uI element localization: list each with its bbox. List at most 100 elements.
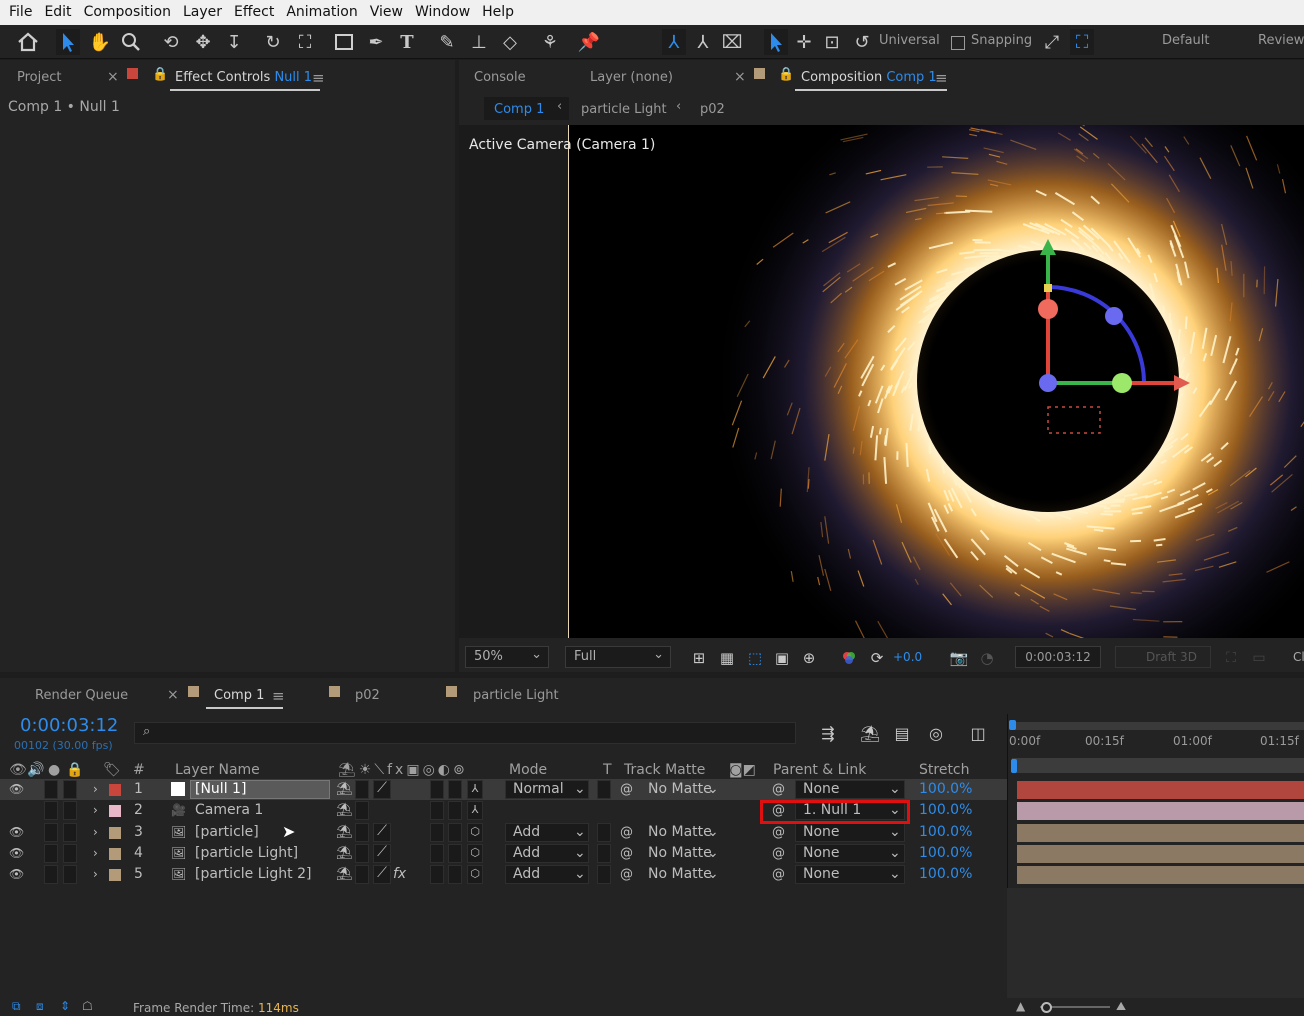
modes-toggle-icon[interactable]: ⧈ (36, 999, 44, 1014)
menu-layer[interactable]: Layer (177, 0, 228, 25)
collapse-switch[interactable] (355, 865, 369, 884)
zoom-tool-icon[interactable] (119, 29, 143, 55)
mask-visibility-icon[interactable]: ⬚ (743, 645, 767, 671)
3d-move-icon[interactable]: ✛ (792, 29, 816, 55)
parent-pickwhip-icon[interactable]: @ (772, 843, 785, 864)
close-icon[interactable]: × (107, 69, 119, 85)
parent-pickwhip-icon[interactable]: @ (772, 864, 785, 885)
3d-layer-switch-icon[interactable]: ⬡ (467, 823, 483, 842)
extended-viewer-icon[interactable]: ▭ (1247, 645, 1271, 671)
tab-effect-controls[interactable]: Effect Controls Null 1 (175, 70, 312, 85)
composition-viewer[interactable] (568, 125, 1304, 638)
parent-pickwhip-icon[interactable]: @ (772, 779, 785, 800)
grid-guides-icon[interactable]: ⊕ (797, 645, 821, 671)
quality-switch-icon[interactable]: ⟋ (373, 865, 391, 884)
shy-switch-icon[interactable]: ⛱ (336, 822, 353, 843)
frame-blend-switch[interactable] (430, 801, 444, 820)
eye-icon[interactable]: 👁 (9, 779, 24, 800)
matte-pickwhip-icon[interactable]: @ (620, 822, 633, 843)
view-axis-icon[interactable]: ⌧ (720, 29, 744, 55)
frame-blending-icon[interactable]: ▤ (890, 720, 914, 746)
snapshot-icon[interactable]: 📷 (947, 645, 971, 671)
3d-ground-plane-icon[interactable]: ⛶ (1219, 645, 1243, 671)
track-matte-value[interactable]: No Matte (648, 864, 712, 885)
collapse-switch[interactable] (355, 844, 369, 863)
layer-search-input[interactable]: ⌕ (134, 722, 796, 744)
timeline-timecode[interactable]: 0:00:03:12 (20, 715, 118, 736)
quality-switch-icon[interactable]: ⟋ (373, 823, 391, 842)
cut-label[interactable]: Cl (1293, 650, 1304, 664)
3d-select-icon[interactable] (764, 29, 788, 55)
pen-tool-icon[interactable]: ✒ (364, 29, 388, 55)
current-time-display[interactable]: 0:00:03:12 (1015, 646, 1101, 668)
flow-p02[interactable]: p02 (700, 102, 725, 117)
motion-blur-switch[interactable] (448, 801, 462, 820)
graph-editor-icon[interactable]: ◫ (966, 720, 990, 746)
motion-blur-switch[interactable] (448, 844, 462, 863)
tab-render-queue[interactable]: Render Queue (35, 688, 128, 703)
frame-blend-switch[interactable] (430, 844, 444, 863)
expand-chevron-icon[interactable]: › (93, 822, 98, 843)
eye-icon[interactable]: 👁 (9, 864, 24, 885)
tab-particle-light[interactable]: particle Light (473, 688, 559, 703)
flow-comp-1[interactable]: Comp 1 (494, 102, 544, 117)
menu-composition[interactable]: Composition (78, 0, 177, 25)
panel-menu-icon[interactable]: ≡ (935, 69, 948, 87)
matte-pickwhip-icon[interactable]: @ (620, 843, 633, 864)
expand-chevron-icon[interactable]: › (93, 843, 98, 864)
clone-stamp-icon[interactable]: ⊥ (467, 29, 491, 55)
eye-icon[interactable]: 👁 (9, 822, 24, 843)
layer-name[interactable]: Camera 1 (195, 800, 263, 821)
layer-row[interactable]: 👁 › 3 🖼 [particle] ⛱ ⟋ ⬡ Add ⌄ @ No Matte ⌄ @ None ⌄ 100… (0, 822, 1007, 843)
3d-layer-switch-icon[interactable]: ⅄ (467, 780, 483, 799)
workspace-default[interactable]: Default (1162, 33, 1210, 48)
panel-menu-icon[interactable]: ≡ (312, 69, 325, 87)
matte-pickwhip-icon[interactable]: @ (620, 864, 633, 885)
collapse-switch[interactable] (355, 780, 369, 799)
menu-help[interactable]: Help (476, 0, 520, 25)
label-color-swatch[interactable] (109, 869, 121, 881)
motion-blur-switch[interactable] (448, 865, 462, 884)
layer-name[interactable]: [Null 1] (195, 779, 246, 800)
comp-mini-flowchart-icon[interactable]: ⇶ (816, 720, 840, 746)
lock-toggle[interactable] (63, 844, 77, 863)
snap-target-icon[interactable]: ⛶ (1070, 29, 1094, 55)
audio-toggle[interactable] (44, 865, 58, 884)
motion-blur-switch[interactable] (448, 823, 462, 842)
parent-pickwhip-icon[interactable]: @ (772, 822, 785, 843)
label-color-swatch[interactable] (109, 848, 121, 860)
layer-row[interactable]: 👁 › 4 🖼 [particle Light] ⛱ ⟋ ⬡ Add ⌄ @ No Matte ⌄ @ No… (0, 843, 1007, 864)
rotate-tool-icon[interactable]: ↻ (261, 29, 285, 55)
menu-animation[interactable]: Animation (280, 0, 363, 25)
lock-icon[interactable]: 🔒 (152, 67, 168, 82)
track-matte-value[interactable]: No Matte (648, 843, 712, 864)
quality-switch-icon[interactable]: ⟋ (373, 780, 391, 799)
roto-brush-icon[interactable]: ⚘ (538, 29, 562, 55)
menu-file[interactable]: File (3, 0, 38, 25)
menu-effect[interactable]: Effect (228, 0, 280, 25)
lock-toggle[interactable] (63, 823, 77, 842)
exposure-value[interactable]: +0.0 (893, 650, 922, 664)
work-area-start-handle[interactable] (1009, 720, 1016, 730)
selection-tool-icon[interactable] (56, 29, 80, 55)
stretch-value[interactable]: 100.0% (919, 864, 972, 885)
home-icon[interactable] (16, 29, 40, 55)
layer-row[interactable]: 👁 › 5 🖼 [particle Light 2] ⛱ ⟋ fx ⬡ Add ⌄ @ No Matte… (0, 864, 1007, 885)
tab-layer[interactable]: Layer (none) (590, 70, 673, 85)
track-matte-value[interactable]: No Matte (648, 822, 712, 843)
tab-comp-1[interactable]: Comp 1 (214, 688, 264, 703)
shy-switch-icon[interactable]: ⛱ (336, 800, 353, 821)
shy-switch-icon[interactable]: ⛱ (336, 843, 353, 864)
in-out-toggle-icon[interactable]: ⇕ (60, 999, 70, 1013)
fx-switch-icon[interactable]: fx (393, 864, 406, 885)
3d-rotate-icon[interactable]: ↺ (850, 29, 874, 55)
layer-name[interactable]: [particle Light] (195, 843, 298, 864)
header-layer-name[interactable]: Layer Name (175, 762, 260, 778)
stretch-value[interactable]: 100.0% (919, 779, 972, 800)
panel-menu-icon[interactable]: ≡ (272, 687, 285, 705)
layer-duration-bar[interactable] (1017, 802, 1304, 820)
close-icon[interactable]: × (167, 687, 179, 703)
brush-tool-icon[interactable]: ✎ (435, 29, 459, 55)
shy-switch-icon[interactable]: ⛱ (336, 779, 353, 800)
collapse-switch[interactable] (355, 801, 369, 820)
